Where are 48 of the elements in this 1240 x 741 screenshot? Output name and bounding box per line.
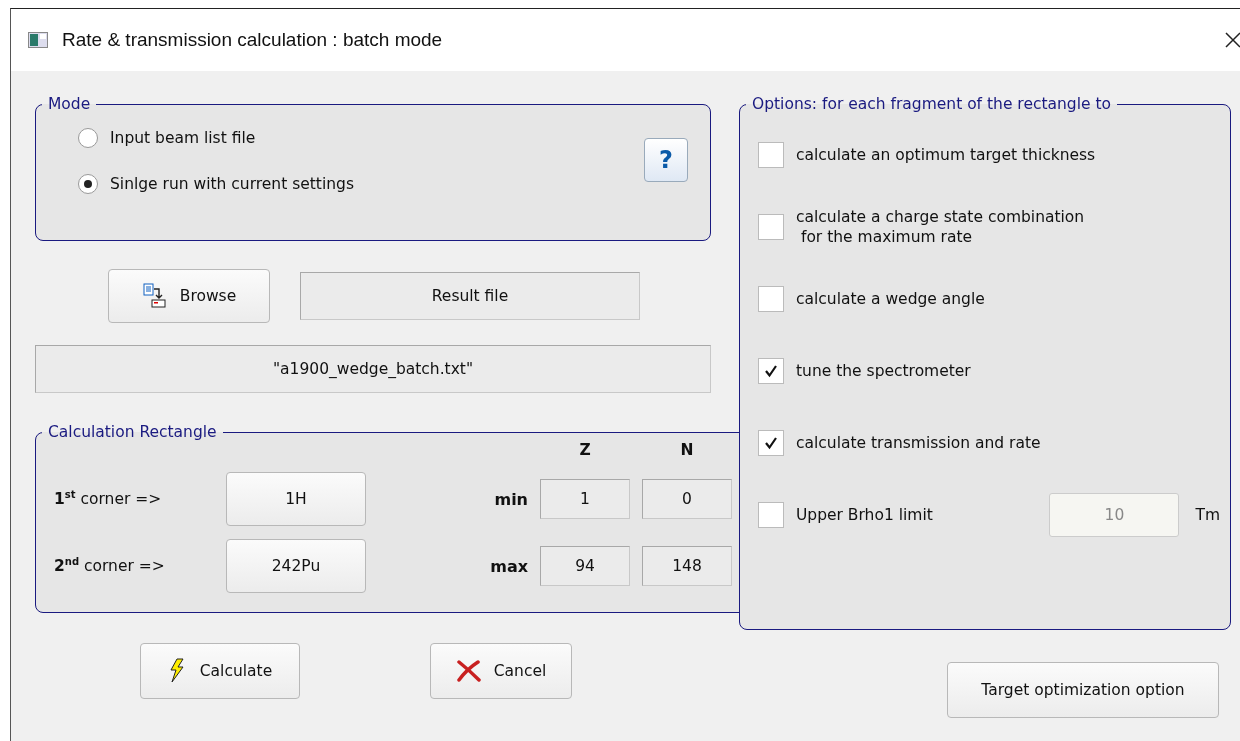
- checkbox-label: calculate transmission and rate: [796, 432, 1041, 454]
- calculate-button[interactable]: Calculate: [140, 643, 300, 699]
- checkbox[interactable]: [758, 502, 784, 528]
- radio-button[interactable]: [78, 128, 98, 148]
- unit-label: Tm: [1195, 506, 1220, 524]
- z-field[interactable]: 1: [540, 479, 630, 519]
- group-title: Calculation Rectangle: [47, 423, 218, 441]
- checkbox[interactable]: [758, 358, 784, 384]
- group-title: Mode: [47, 95, 92, 113]
- column-header: N: [679, 441, 695, 459]
- checkbox[interactable]: [758, 214, 784, 240]
- bound-label: max: [489, 556, 528, 576]
- group-title: Options: for each fragment of the rectangle to: [751, 95, 1113, 113]
- corner-label: 2$^{nd}$ corner =>: [54, 556, 166, 576]
- cancel-button[interactable]: Cancel: [430, 643, 572, 699]
- window-icon: [28, 32, 48, 48]
- checkbox-label: calculate an optimum target thickness: [796, 144, 1096, 166]
- file-name-field: "a1900_wedge_batch.txt": [35, 345, 711, 393]
- checkbox-label: Upper Brho1 limit: [796, 504, 933, 526]
- close-icon[interactable]: [1224, 31, 1240, 49]
- checkbox-label: calculate a wedge angle: [796, 288, 985, 310]
- radio-option[interactable]: Sinlge run with current settings: [78, 174, 354, 194]
- window-title: Rate & transmission calculation : batch mode: [62, 29, 444, 51]
- nuclide-button[interactable]: 1H: [226, 472, 366, 526]
- checkbox[interactable]: [758, 430, 784, 456]
- checkbox[interactable]: [758, 142, 784, 168]
- z-field[interactable]: 94: [540, 546, 630, 586]
- radio-label: Sinlge run with current settings: [110, 175, 354, 193]
- radio-button[interactable]: [78, 174, 98, 194]
- help-button[interactable]: ?: [644, 138, 688, 182]
- checkbox[interactable]: [758, 286, 784, 312]
- check-icon: [764, 364, 778, 378]
- n-field[interactable]: 0: [642, 479, 732, 519]
- result-file-label: Result file: [300, 272, 640, 320]
- checkbox-label: tune the spectrometer: [796, 360, 971, 382]
- radio-label: Input beam list file: [110, 129, 256, 147]
- corner-label: 1$^{st}$ corner =>: [54, 489, 163, 509]
- cross-icon: [455, 660, 482, 682]
- radio-option[interactable]: Input beam list file: [78, 128, 354, 148]
- target-options-button[interactable]: Target optimization option: [947, 662, 1219, 718]
- n-field[interactable]: 148: [642, 546, 732, 586]
- check-icon: [764, 436, 778, 450]
- checkbox-label: calculate a charge state combination for the maximum rate: [796, 206, 1085, 248]
- column-header: Z: [578, 441, 592, 459]
- file-export-icon: [141, 283, 168, 309]
- browse-button[interactable]: Browse: [108, 269, 270, 323]
- bound-label: min: [493, 489, 528, 509]
- nuclide-button[interactable]: 242Pu: [226, 539, 366, 593]
